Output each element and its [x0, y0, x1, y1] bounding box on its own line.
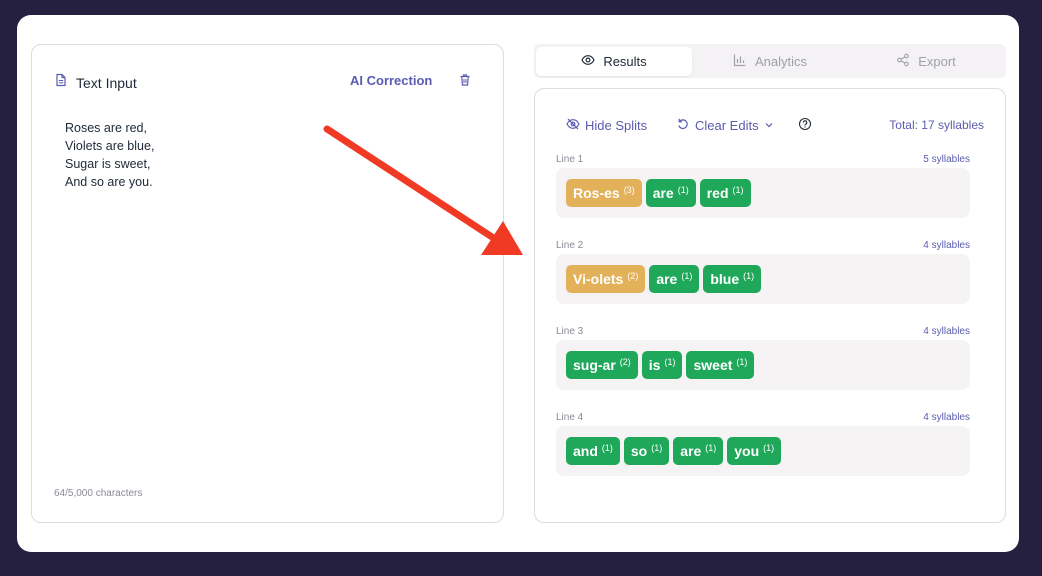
syllable-count: (1)	[736, 357, 748, 367]
document-icon	[54, 73, 68, 92]
word-chip[interactable]: are (1)	[673, 437, 724, 465]
syllable-count: (2)	[627, 271, 639, 281]
line-words: sug-ar (2) is (1) sweet (1)	[556, 340, 970, 390]
word-chip[interactable]: sweet (1)	[686, 351, 755, 379]
line-header: Line 2 4 syllables	[556, 240, 970, 254]
help-icon	[798, 117, 812, 134]
line-syllable-count: 4 syllables	[923, 412, 970, 423]
text-line: Roses are red,	[65, 121, 147, 135]
total-syllables: Total: 17 syllables	[889, 118, 984, 132]
line-header: Line 4 4 syllables	[556, 412, 970, 426]
word-text: and	[573, 443, 598, 459]
line-label: Line 2	[556, 240, 584, 251]
trash-icon[interactable]	[458, 73, 472, 92]
line-block: Line 3 4 syllables sug-ar (2) is (1) sweet…	[556, 326, 970, 390]
tab-bar: Results Analytics Export	[534, 44, 1006, 78]
line-header: Line 3 4 syllables	[556, 326, 970, 340]
line-words: Ros-es (3) are (1) red (1)	[556, 168, 970, 218]
hide-splits-button[interactable]: Hide Splits	[566, 117, 647, 134]
word-text: are	[656, 271, 678, 287]
word-text: sug-ar	[573, 357, 616, 373]
syllable-count: (2)	[619, 357, 631, 367]
line-block: Line 1 5 syllables Ros-es (3) are (1) red(…	[556, 154, 970, 218]
line-block: Line 2 4 syllables Vi-olets (2) are (1) bl…	[556, 240, 970, 304]
syllable-count: (1)	[664, 357, 676, 367]
text-line: Sugar is sweet,	[65, 157, 151, 171]
help-button[interactable]	[798, 117, 812, 134]
tab-label: Export	[918, 54, 956, 69]
word-text: are	[652, 185, 674, 201]
text-line: And so are you.	[65, 175, 153, 189]
tab-results[interactable]: Results	[536, 47, 692, 76]
syllable-count: (1)	[763, 443, 775, 453]
text-input-field[interactable]: Roses are red, Violets are blue, Sugar i…	[65, 119, 154, 191]
syllable-count: (1)	[732, 185, 744, 195]
line-syllable-count: 5 syllables	[923, 154, 970, 165]
syllable-count: (1)	[681, 271, 693, 281]
word-text: you	[734, 443, 760, 459]
word-text: red	[706, 185, 729, 201]
word-text: are	[680, 443, 702, 459]
word-chip[interactable]: you (1)	[727, 437, 782, 465]
word-text: blue	[710, 271, 740, 287]
tab-export[interactable]: Export	[848, 47, 1004, 76]
character-count: 64/5,000 characters	[54, 488, 143, 499]
ai-correction-button[interactable]: AI Correction	[350, 73, 432, 88]
tab-analytics[interactable]: Analytics	[692, 47, 848, 76]
share-icon	[896, 53, 910, 70]
word-chip[interactable]: blue (1)	[703, 265, 762, 293]
clear-edits-label: Clear Edits	[695, 118, 759, 133]
syllable-count: (1)	[677, 185, 689, 195]
hide-splits-label: Hide Splits	[585, 118, 648, 133]
line-words: and (1) so (1) are (1) you (1)	[556, 426, 970, 476]
word-chip[interactable]: and (1)	[566, 437, 620, 465]
eye-off-icon	[566, 117, 580, 134]
text-input-title: Text Input	[76, 74, 137, 91]
line-label: Line 3	[556, 326, 584, 337]
word-text: Ros-es	[573, 185, 620, 201]
syllable-count: (1)	[705, 443, 717, 453]
word-text: Vi-olets	[573, 271, 624, 287]
line-syllable-count: 4 syllables	[923, 326, 970, 337]
word-chip[interactable]: Ros-es (3)	[566, 179, 642, 207]
clear-edits-dropdown[interactable]: Clear Edits	[676, 117, 774, 134]
line-syllable-count: 4 syllables	[923, 240, 970, 251]
tab-label: Results	[603, 54, 647, 69]
line-label: Line 1	[556, 154, 584, 165]
syllable-count: (3)	[623, 185, 635, 195]
eye-icon	[581, 53, 595, 70]
text-input-panel: Text Input AI Correction Roses are red, …	[31, 44, 504, 523]
syllable-count: (1)	[601, 443, 613, 453]
line-block: Line 4 4 syllables and (1) so (1) are (1) y…	[556, 412, 970, 476]
line-words: Vi-olets (2) are (1) blue (1)	[556, 254, 970, 304]
word-chip[interactable]: are (1)	[645, 179, 696, 207]
syllable-count: (1)	[743, 271, 755, 281]
line-label: Line 4	[556, 412, 584, 423]
word-chip[interactable]: sug-ar (2)	[566, 351, 638, 379]
word-text: sweet	[693, 357, 733, 373]
chevron-down-icon	[764, 118, 774, 133]
syllable-count: (1)	[651, 443, 663, 453]
word-chip[interactable]: are (1)	[649, 265, 700, 293]
word-chip[interactable]: red (1)	[699, 179, 751, 207]
word-chip[interactable]: so (1)	[623, 437, 670, 465]
undo-icon	[676, 117, 690, 134]
tab-label: Analytics	[754, 54, 808, 69]
word-chip[interactable]: Vi-olets (2)	[566, 265, 646, 293]
word-text: is	[648, 357, 661, 373]
results-panel: Hide Splits Clear Edits Total: 17 syllab…	[534, 88, 1006, 523]
word-chip[interactable]: is (1)	[641, 351, 683, 379]
text-input-header: Text Input	[54, 73, 137, 92]
line-header: Line 1 5 syllables	[556, 154, 970, 168]
bar-chart-icon	[733, 53, 747, 70]
word-text: so	[630, 443, 648, 459]
text-line: Violets are blue,	[65, 139, 155, 153]
